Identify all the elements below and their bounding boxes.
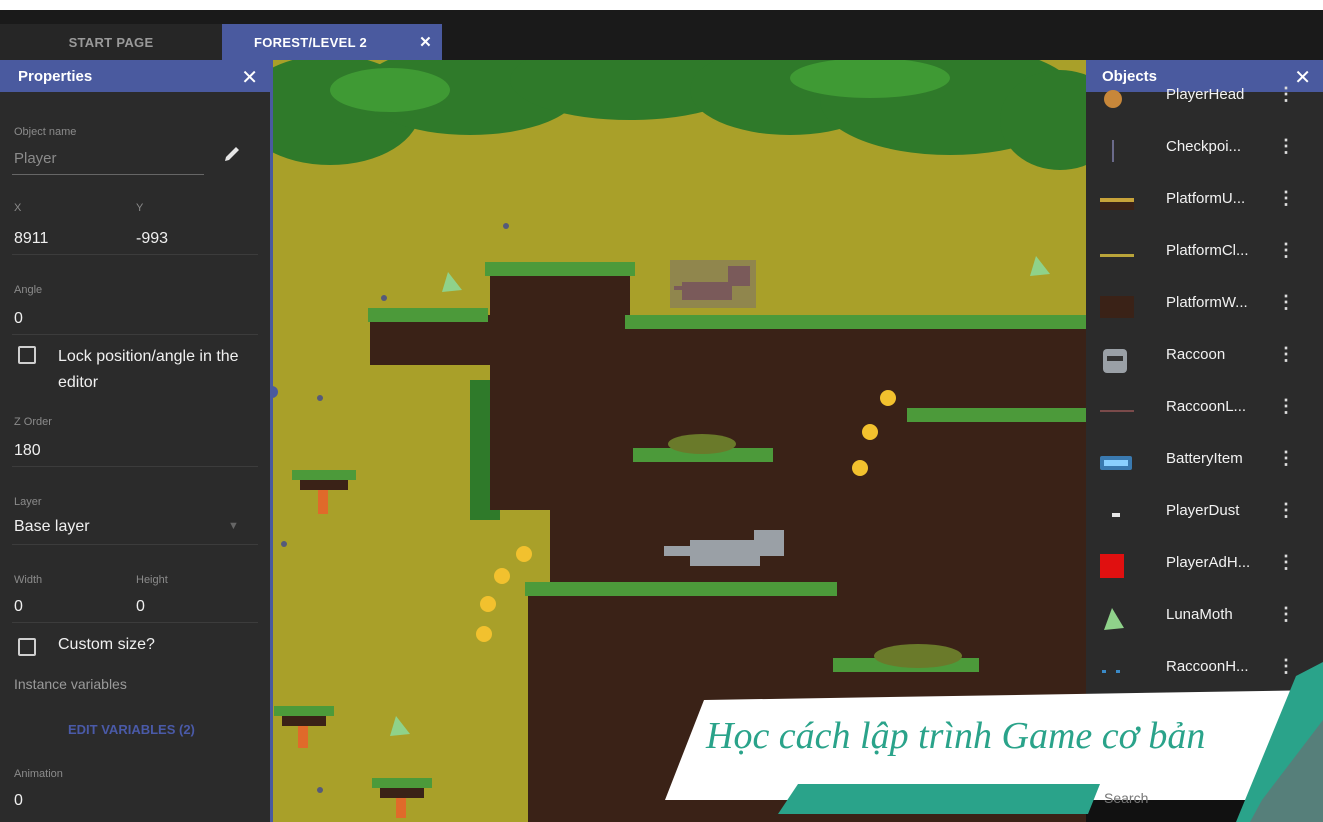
close-icon[interactable]: ✕ [241,65,258,90]
object-name: LunaMoth [1166,606,1233,623]
animation-input[interactable]: 0 [14,792,23,810]
platform-wall-icon [1100,296,1134,318]
chevron-down-icon[interactable]: ▼ [228,520,239,532]
more-icon[interactable]: ⋮ [1277,136,1295,157]
more-icon[interactable]: ⋮ [1277,656,1295,677]
height-label: Height [136,574,168,586]
object-row[interactable]: PlatformW... ⋮ [1086,280,1323,332]
z-order-label: Z Order [14,416,52,428]
properties-header: Properties ✕ [0,60,270,92]
platform-icon [1100,254,1134,257]
dust-icon [1112,513,1120,517]
divider [12,334,258,335]
more-icon[interactable]: ⋮ [1277,552,1295,573]
layer-label: Layer [14,496,42,508]
object-row[interactable]: RaccoonH... ⋮ [1086,644,1323,696]
angle-input[interactable]: 0 [14,310,23,328]
lock-checkbox[interactable] [18,346,36,364]
tab-forest-level-2[interactable]: FOREST/LEVEL 2 ✕ [222,24,442,60]
object-row[interactable]: Raccoon ⋮ [1086,332,1323,384]
more-icon[interactable]: ⋮ [1277,344,1295,365]
tab-bar: START PAGE FOREST/LEVEL 2 ✕ [0,0,1323,60]
height-input[interactable]: 0 [136,598,145,616]
object-name-input[interactable]: Player [14,150,57,167]
object-row[interactable]: RaccoonL... ⋮ [1086,384,1323,436]
x-label: X [14,202,22,214]
object-name: PlayerDust [1166,502,1240,519]
angle-label: Angle [14,284,43,296]
object-row[interactable]: Checkpoi... ⋮ [1086,124,1323,176]
input-underline [12,174,204,175]
custom-size-label: Custom size? [58,636,155,653]
checkpoint-icon [1112,140,1114,162]
object-name: RaccoonL... [1166,398,1247,415]
banner-dark-corner [1250,720,1323,822]
divider [12,466,258,467]
platform-icon [1100,198,1134,210]
properties-panel: Properties ✕ Object name Player X Y 8911… [0,60,270,822]
object-name: Checkpoi... [1166,138,1242,155]
tab-label: FOREST/LEVEL 2 [254,34,368,50]
more-icon[interactable]: ⋮ [1277,448,1295,469]
objects-list: PlayerHead ⋮ Checkpoi... ⋮ PlatformU... … [1086,72,1323,700]
top-strip [0,0,1323,10]
animation-label: Animation [14,768,63,780]
more-icon[interactable]: ⋮ [1277,84,1295,105]
object-name: PlayerHead [1166,86,1245,103]
properties-title: Properties [18,67,93,85]
raccoon-icon [1103,349,1127,373]
close-icon[interactable]: ✕ [419,33,432,51]
object-row[interactable]: PlayerHead ⋮ [1086,72,1323,124]
object-row[interactable]: BatteryItem ⋮ [1086,436,1323,488]
object-row[interactable]: LunaMoth ⋮ [1086,592,1323,644]
divider [12,254,258,255]
banner-text: Học cách lập trình Game cơ bản [706,715,1206,757]
width-input[interactable]: 0 [14,598,23,616]
edit-icon[interactable] [222,144,242,164]
object-name: BatteryItem [1166,450,1243,467]
raccoon-h-icon [1102,670,1120,673]
object-row[interactable]: PlayerDust ⋮ [1086,488,1323,540]
custom-size-checkbox[interactable] [18,638,36,656]
object-name: PlatformW... [1166,294,1248,311]
more-icon[interactable]: ⋮ [1277,500,1295,521]
object-row[interactable]: PlatformU... ⋮ [1086,176,1323,228]
search-input[interactable]: Search [1104,790,1148,806]
x-input[interactable]: 8911 [14,230,48,248]
moth-icon [1104,608,1124,630]
red-square-icon [1100,554,1124,578]
y-label: Y [136,202,144,214]
more-icon[interactable]: ⋮ [1277,240,1295,261]
object-name: PlatformCl... [1166,242,1249,259]
y-input[interactable]: -993 [136,230,168,248]
width-label: Width [14,574,43,586]
object-row[interactable]: PlayerAdH... ⋮ [1086,540,1323,592]
object-row[interactable]: PlatformCl... ⋮ [1086,228,1323,280]
objects-panel: Objects ✕ PlayerHead ⋮ Checkpoi... ⋮ Pla… [1086,60,1323,700]
tab-start-page[interactable]: START PAGE [0,24,222,60]
object-name: RaccoonH... [1166,658,1249,675]
player-head-icon [1104,90,1122,108]
divider [12,622,258,623]
object-name: PlatformU... [1166,190,1246,207]
more-icon[interactable]: ⋮ [1277,604,1295,625]
more-icon[interactable]: ⋮ [1277,396,1295,417]
object-name-label: Object name [14,126,77,138]
raccoon-line-icon [1100,410,1134,412]
scene-canvas[interactable] [270,60,1086,822]
edit-variables-button[interactable]: EDIT VARIABLES (2) [68,722,195,737]
instance-variables-label: Instance variables [14,676,127,692]
z-order-input[interactable]: 180 [14,442,41,460]
object-name: Raccoon [1166,346,1226,363]
more-icon[interactable]: ⋮ [1277,292,1295,313]
more-icon[interactable]: ⋮ [1277,188,1295,209]
object-name: PlayerAdH... [1166,554,1251,571]
battery-icon [1100,456,1132,470]
lock-label: Lock position/angle in the editor [58,348,239,391]
layer-select[interactable]: Base layer [14,518,90,536]
divider [12,544,258,545]
